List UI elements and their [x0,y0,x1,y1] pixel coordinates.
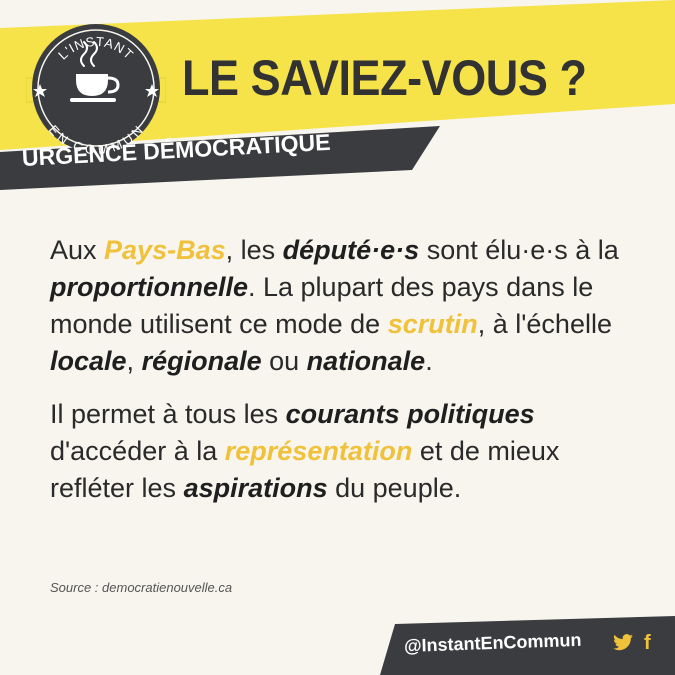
text-run: , [126,346,142,376]
source-note: Source : democratienouvelle.ca [50,580,233,595]
text-run: , les [225,235,283,265]
paragraph: Aux Pays-Bas, les député·e·s sont élu·e·… [50,232,640,380]
emphasis-text: scrutin [387,309,478,339]
emphasis-text: Pays-Bas [104,235,226,265]
text-run: du peuple. [327,473,462,503]
text-run: sont élu·e·s à la [419,235,619,265]
text-run: ou [261,346,307,376]
body-text: Aux Pays-Bas, les député·e·s sont élu·e·… [50,232,640,523]
text-run: Il permet à tous les [50,399,286,429]
emphasis-text: locale [50,346,127,376]
facebook-icon[interactable]: f [644,633,651,653]
emphasis-text: régionale [141,346,262,376]
twitter-icon[interactable] [612,634,634,652]
emphasis-text: aspirations [183,473,328,503]
text-run: d'accéder à la [50,436,225,466]
paragraph: Il permet à tous les courants politiques… [50,396,640,507]
text-run: . [425,346,433,376]
headline: LE SAVIEZ-VOUS ? [182,50,587,106]
text-run: , à l'échelle [477,309,612,339]
emphasis-text: représentation [224,436,413,466]
emphasis-text: député·e·s [282,235,420,265]
text-run: Aux [50,235,105,265]
emphasis-text: nationale [306,346,426,376]
emphasis-text: proportionnelle [50,272,248,302]
social-icons: f [612,630,651,656]
emphasis-text: courants politiques [285,399,535,429]
